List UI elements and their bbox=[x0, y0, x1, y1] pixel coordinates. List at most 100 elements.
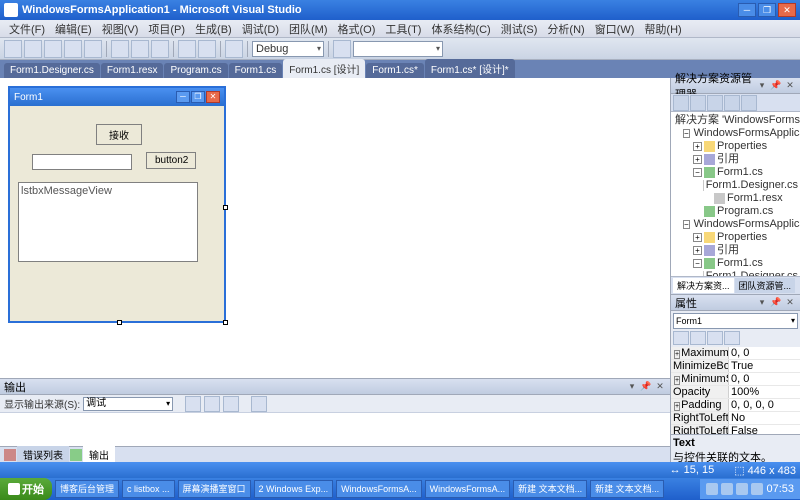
find-combo[interactable] bbox=[353, 41, 443, 57]
taskbar-app-button[interactable]: 2 Windows Exp... bbox=[254, 480, 334, 498]
taskbar-app-button[interactable]: 博客后台管理 bbox=[55, 480, 119, 498]
tree-node-label[interactable]: WindowsFormsApplicat bbox=[694, 127, 800, 140]
prop-expand-icon[interactable]: + bbox=[674, 350, 680, 359]
events-button[interactable] bbox=[724, 331, 740, 345]
properties-object-combo[interactable]: Form1 System.Windows.Forms.For bbox=[673, 313, 798, 329]
taskbar-app-button[interactable]: c listbox ... bbox=[122, 480, 175, 498]
prop-expand-icon[interactable]: + bbox=[674, 376, 680, 385]
taskbar-app-button[interactable]: WindowsFormsA... bbox=[425, 480, 511, 498]
start-debug-button[interactable] bbox=[225, 40, 243, 58]
tree-node-label[interactable]: Form1.cs bbox=[717, 257, 763, 270]
button1-control[interactable]: 接收 bbox=[96, 124, 142, 145]
tree-form1[interactable]: −Form1.cs bbox=[673, 166, 798, 179]
menu-item[interactable]: 工具(T) bbox=[380, 20, 426, 38]
categorized-button[interactable] bbox=[673, 331, 689, 345]
find-button[interactable] bbox=[333, 40, 351, 58]
design-canvas[interactable]: Form1 ─ ❐ ✕ 接收 button2 lstbxMessageView bbox=[0, 78, 670, 378]
tree-form1-designer[interactable]: Form1.Designer.cs bbox=[673, 179, 798, 192]
close-button[interactable]: ✕ bbox=[778, 3, 796, 17]
document-tab[interactable]: Form1.Designer.cs bbox=[4, 63, 100, 78]
property-row[interactable]: +Padding0, 0, 0, 0 bbox=[671, 399, 800, 412]
tab-error-list[interactable]: 错误列表 bbox=[17, 446, 69, 463]
resize-handle-e[interactable] bbox=[223, 205, 228, 210]
property-row[interactable]: Opacity100% bbox=[671, 386, 800, 399]
cut-button[interactable] bbox=[111, 40, 129, 58]
copy-button[interactable] bbox=[131, 40, 149, 58]
tree-properties2[interactable]: +Properties bbox=[673, 231, 798, 244]
output-wrap-button[interactable] bbox=[204, 396, 220, 412]
property-value[interactable]: 0, 0 bbox=[729, 373, 800, 385]
taskbar-app-button[interactable]: 新建 文本文档... bbox=[513, 480, 587, 498]
document-tab[interactable]: Form1.cs [设计] bbox=[283, 59, 365, 78]
panel-dropdown-icon[interactable]: ▾ bbox=[626, 381, 638, 393]
tree-toggle-icon[interactable]: − bbox=[683, 129, 690, 138]
tree-toggle-icon[interactable]: − bbox=[693, 259, 702, 268]
tree-node-label[interactable]: Program.cs bbox=[717, 205, 773, 218]
tree-solution[interactable]: 解决方案 'WindowsFormsApplicat bbox=[673, 114, 798, 127]
tab-solution-explorer[interactable]: 解决方案资... bbox=[673, 278, 734, 293]
form-client-area[interactable]: 接收 button2 lstbxMessageView bbox=[10, 106, 224, 321]
tree-node-label[interactable]: 解决方案 'WindowsFormsApplicat bbox=[675, 114, 800, 127]
solution-showall-button[interactable] bbox=[690, 95, 706, 111]
solution-view-button[interactable] bbox=[724, 95, 740, 111]
properties-grid[interactable]: +MaximumSize0, 0MinimizeBoxTrue+MinimumS… bbox=[671, 347, 800, 434]
panel-close-icon[interactable]: ✕ bbox=[784, 80, 796, 92]
property-row[interactable]: +MinimumSize0, 0 bbox=[671, 373, 800, 386]
tray-icon[interactable] bbox=[736, 483, 748, 495]
tree-references[interactable]: +引用 bbox=[673, 153, 798, 166]
panel-pin-icon[interactable]: 📌 bbox=[770, 80, 782, 92]
menu-item[interactable]: 团队(M) bbox=[284, 20, 333, 38]
prop-expand-icon[interactable]: + bbox=[674, 402, 680, 411]
tree-references2[interactable]: +引用 bbox=[673, 244, 798, 257]
menu-item[interactable]: 窗口(W) bbox=[590, 20, 640, 38]
maximize-button[interactable]: ❐ bbox=[758, 3, 776, 17]
tree-project[interactable]: −WindowsFormsApplicat bbox=[673, 127, 798, 140]
solution-collapse-button[interactable] bbox=[741, 95, 757, 111]
solution-refresh-button[interactable] bbox=[707, 95, 723, 111]
system-tray[interactable]: 07:53 bbox=[700, 479, 800, 499]
menu-item[interactable]: 项目(P) bbox=[143, 20, 190, 38]
tree-node-label[interactable]: Properties bbox=[717, 140, 767, 153]
property-row[interactable]: RightToLeftLaFalse bbox=[671, 425, 800, 434]
menu-item[interactable]: 视图(V) bbox=[97, 20, 144, 38]
minimize-button[interactable]: ─ bbox=[738, 3, 756, 17]
properties-button[interactable] bbox=[707, 331, 723, 345]
property-value[interactable]: No bbox=[729, 412, 800, 424]
tab-team-explorer[interactable]: 团队资源管... bbox=[735, 278, 796, 293]
menu-item[interactable]: 格式(O) bbox=[333, 20, 381, 38]
tree-node-label[interactable]: Properties bbox=[717, 231, 767, 244]
property-row[interactable]: RightToLeftNo bbox=[671, 412, 800, 425]
clock[interactable]: 07:53 bbox=[766, 483, 794, 495]
redo-button[interactable] bbox=[198, 40, 216, 58]
output-find-button[interactable] bbox=[185, 396, 201, 412]
listbox-control[interactable]: lstbxMessageView bbox=[18, 182, 198, 262]
panel-dropdown-icon[interactable]: ▾ bbox=[756, 80, 768, 92]
save-button[interactable] bbox=[64, 40, 82, 58]
solution-properties-button[interactable] bbox=[673, 95, 689, 111]
document-tab[interactable]: Form1.cs* bbox=[366, 63, 424, 78]
output-text[interactable] bbox=[0, 413, 670, 446]
resize-handle-s[interactable] bbox=[117, 320, 122, 325]
tree-node-label[interactable]: Form1.resx bbox=[727, 192, 783, 205]
config-combo[interactable]: Debug bbox=[252, 41, 324, 57]
document-tab[interactable]: Form1.resx bbox=[101, 63, 164, 78]
panel-pin-icon[interactable]: 📌 bbox=[770, 297, 782, 309]
tree-project2[interactable]: −WindowsFormsApplication1 bbox=[673, 218, 798, 231]
tree-properties[interactable]: +Properties bbox=[673, 140, 798, 153]
tree-program[interactable]: Program.cs bbox=[673, 205, 798, 218]
alphabetical-button[interactable] bbox=[690, 331, 706, 345]
textbox-control[interactable] bbox=[32, 154, 132, 170]
taskbar-app-button[interactable]: WindowsFormsA... bbox=[336, 480, 422, 498]
panel-dropdown-icon[interactable]: ▾ bbox=[756, 297, 768, 309]
form-designer[interactable]: Form1 ─ ❐ ✕ 接收 button2 lstbxMessageView bbox=[8, 86, 226, 323]
menu-item[interactable]: 调试(D) bbox=[237, 20, 284, 38]
taskbar-app-button[interactable]: 新建 文本文档... bbox=[590, 480, 664, 498]
open-button[interactable] bbox=[44, 40, 62, 58]
tray-icon[interactable] bbox=[751, 483, 763, 495]
taskbar-app-button[interactable]: 屏幕演播室窗口 bbox=[178, 480, 251, 498]
tree-node-label[interactable]: Form1.Designer.cs bbox=[706, 179, 798, 192]
button2-control[interactable]: button2 bbox=[146, 152, 196, 169]
tree-toggle-icon[interactable]: − bbox=[683, 220, 690, 229]
start-button[interactable]: 开始 bbox=[0, 478, 52, 500]
document-tab[interactable]: Form1.cs bbox=[229, 63, 283, 78]
